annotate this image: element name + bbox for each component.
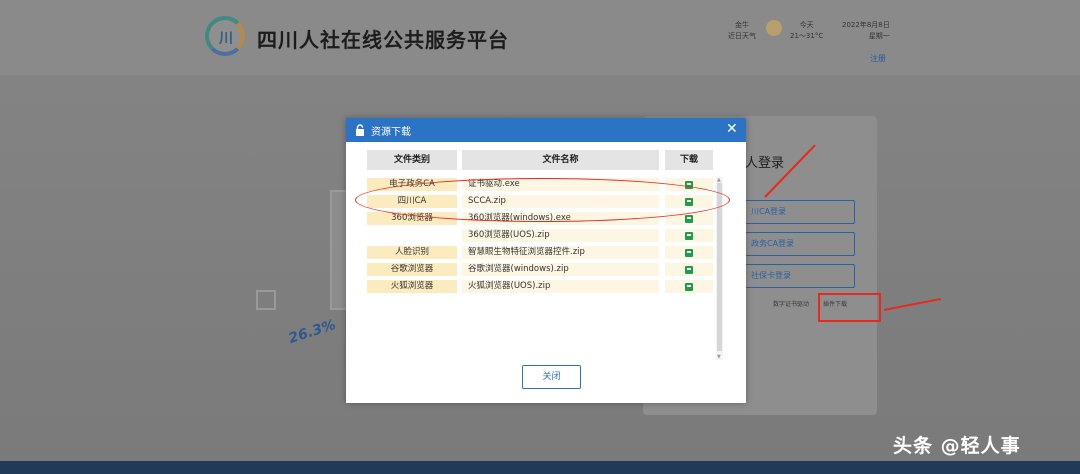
close-button[interactable]: 关闭: [522, 365, 581, 389]
login-title: 人登录: [745, 156, 785, 171]
site-logo: 川: [205, 16, 245, 56]
download-icon[interactable]: [685, 249, 693, 257]
row-download: [665, 246, 713, 259]
close-icon[interactable]: ✕: [726, 121, 738, 137]
annotation-ellipse: [355, 178, 730, 222]
row-download: [665, 263, 713, 276]
scroll-down-icon[interactable]: ▼: [717, 354, 721, 360]
gov-ca-login-button[interactable]: 政务CA登录: [730, 232, 855, 256]
illustration-cube: [256, 290, 276, 310]
row-filename: 360浏览器(UOS).zip: [462, 229, 659, 242]
annotation-box: [818, 293, 881, 322]
footer-bar: [0, 461, 1080, 474]
row-download: [665, 280, 713, 293]
download-icon[interactable]: [685, 283, 693, 291]
lock-icon: [356, 124, 364, 136]
download-icon[interactable]: [685, 266, 693, 274]
date-display: 2022年8月8日 星期一: [842, 21, 890, 40]
plugin-hint: 数字证书驱动: [773, 301, 810, 308]
sun-icon: [766, 20, 782, 36]
column-header-category: 文件类别: [367, 150, 457, 170]
row-filename: 智慧眼生物特征浏览器控件.zip: [462, 246, 659, 259]
row-category: 谷歌浏览器: [367, 263, 457, 276]
row-category: 火狐浏览器: [367, 280, 457, 293]
column-header-filename: 文件名称: [462, 150, 659, 170]
modal-header: 资源下载 ✕: [346, 118, 746, 142]
sichuan-ca-login-button[interactable]: 川CA登录: [730, 200, 855, 224]
row-category: 人脸识别: [367, 246, 457, 259]
scroll-thumb[interactable]: [717, 183, 722, 351]
site-header: 川 四川人社在线公共服务平台 金牛 近日天气 今天 21～31°C 2022年8…: [0, 0, 1080, 75]
download-icon[interactable]: [685, 215, 693, 223]
row-filename: 谷歌浏览器(windows).zip: [462, 263, 659, 276]
download-icon[interactable]: [685, 232, 693, 240]
resource-download-modal: 资源下载 ✕ 文件类别 文件名称 下载 电子政务CA 证书驱动.exe 四川CA…: [346, 118, 746, 403]
row-filename: 火狐浏览器(UOS).zip: [462, 280, 659, 293]
site-title: 四川人社在线公共服务平台: [257, 28, 509, 52]
social-card-login-button[interactable]: 社保卡登录: [730, 264, 855, 288]
row-download: [665, 229, 713, 242]
column-header-download: 下载: [665, 150, 713, 170]
modal-title: 资源下载: [371, 127, 411, 138]
weather-today: 今天 21～31°C: [790, 21, 824, 40]
register-link[interactable]: 注册: [870, 53, 886, 64]
weather-location: 金牛 近日天气: [728, 21, 756, 40]
watermark: 头条 @轻人事: [893, 435, 1021, 457]
